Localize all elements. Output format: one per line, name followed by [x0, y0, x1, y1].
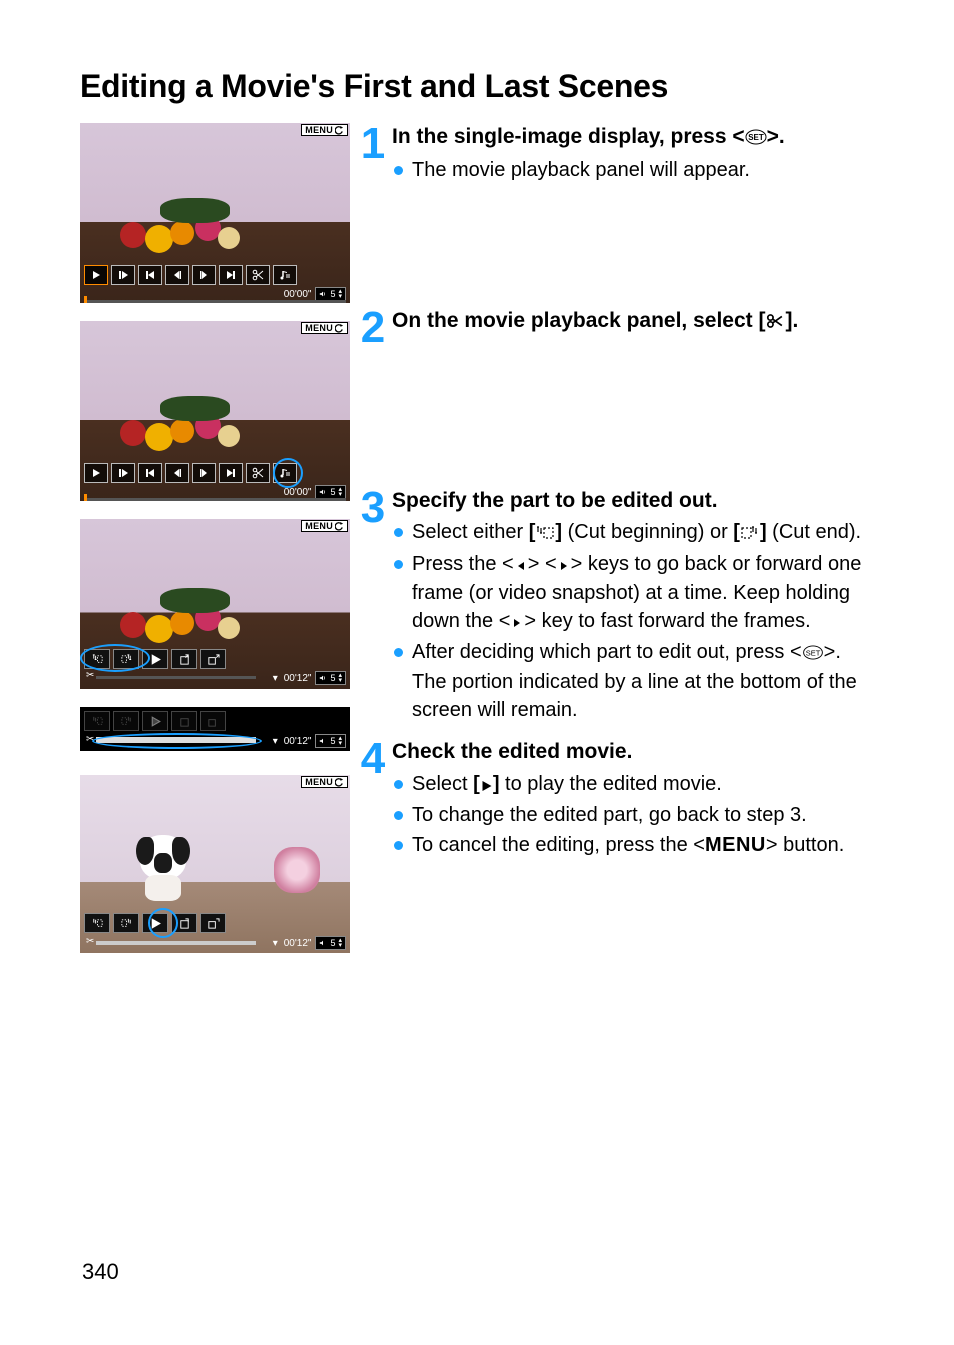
play-icon	[142, 711, 168, 731]
step-number: 4	[352, 738, 392, 861]
step-bullet: The movie playback panel will appear.	[392, 157, 874, 185]
timecode: 00'12"	[284, 736, 312, 747]
set-button-icon: SET	[745, 125, 767, 153]
step-2: 2 On the movie playback panel, select []…	[352, 307, 874, 349]
volume-indicator: 5▴▾	[315, 936, 346, 950]
step-heading: On the movie playback panel, select [].	[392, 307, 874, 337]
screenshot-1: MENU 00'00" 5▴▾	[80, 123, 350, 303]
right-key-icon	[557, 553, 571, 581]
screenshot-5: MENU ✂ ▾ 00'12" 5▴▾	[80, 775, 350, 953]
screenshot-3: MENU ▾ 00'12" 5▴▾ ✂	[80, 519, 350, 689]
cut-end-icon	[740, 521, 760, 549]
save-compress-icon	[200, 913, 226, 933]
frame-fwd-icon	[192, 463, 216, 483]
slow-icon	[111, 265, 135, 285]
steps-column: 1 In the single-image display, press <SE…	[352, 123, 874, 971]
step-number: 2	[352, 307, 392, 349]
menu-badge: MENU	[301, 776, 348, 788]
timecode: 00'00"	[284, 289, 312, 300]
cut-end-icon	[113, 711, 139, 731]
step-bullet: To change the edited part, go back to st…	[392, 802, 874, 830]
play-icon	[84, 265, 108, 285]
scissors-icon	[246, 463, 270, 483]
cut-end-icon	[113, 913, 139, 933]
step-3: 3 Specify the part to be edited out. Sel…	[352, 487, 874, 727]
step-heading: Check the edited movie.	[392, 738, 874, 766]
highlight-circle	[273, 458, 303, 488]
play-icon	[480, 773, 493, 801]
scissors-icon	[246, 265, 270, 285]
step-bullet: Select either [] (Cut beginning) or [] (…	[392, 519, 874, 549]
step-heading: Specify the part to be edited out.	[392, 487, 874, 515]
volume-indicator: 5▴▾	[315, 287, 346, 301]
timecode: 00'12"	[284, 673, 312, 684]
slow-icon	[111, 463, 135, 483]
skip-back-icon	[138, 265, 162, 285]
highlight-ellipse	[92, 733, 262, 749]
menu-badge: MENU	[301, 520, 348, 532]
frame-back-icon	[165, 265, 189, 285]
step-heading: In the single-image display, press <SET>…	[392, 123, 874, 153]
skip-back-icon	[138, 463, 162, 483]
skip-fwd-icon	[219, 463, 243, 483]
step-bullet: After deciding which part to edit out, p…	[392, 639, 874, 724]
highlight-ellipse	[80, 644, 150, 672]
step-bullet: Select [] to play the edited movie.	[392, 771, 874, 801]
step-4: 4 Check the edited movie. Select [] to p…	[352, 738, 874, 861]
skip-fwd-icon	[219, 265, 243, 285]
menu-text: MENU	[705, 834, 766, 856]
menu-badge: MENU	[301, 124, 348, 136]
frame-fwd-icon	[192, 265, 216, 285]
timecode: 00'00"	[284, 487, 312, 498]
screenshots-column: MENU 00'00" 5▴▾	[80, 123, 352, 971]
page-title: Editing a Movie's First and Last Scenes	[80, 68, 874, 105]
cut-begin-icon	[535, 521, 555, 549]
step-number: 1	[352, 123, 392, 187]
svg-text:SET: SET	[805, 649, 820, 658]
step-1: 1 In the single-image display, press <SE…	[352, 123, 874, 187]
screenshot-4: ✂ ▾ 00'12" 5▴▾	[80, 707, 350, 751]
page-number: 340	[82, 1259, 119, 1285]
cut-begin-icon	[84, 913, 110, 933]
left-key-icon	[514, 553, 528, 581]
svg-text:SET: SET	[748, 133, 764, 142]
step-bullet: Press the <> <> keys to go back or forwa…	[392, 551, 874, 638]
menu-badge: MENU	[301, 322, 348, 334]
playback-controls	[84, 265, 297, 285]
set-button-icon: SET	[802, 641, 824, 669]
save-compress-icon	[200, 649, 226, 669]
timecode: 00'12"	[284, 938, 312, 949]
volume-indicator: 5▴▾	[315, 671, 346, 685]
frame-back-icon	[165, 463, 189, 483]
play-icon	[84, 463, 108, 483]
screenshot-2: MENU 00'00" 5▴▾	[80, 321, 350, 501]
save-compress-icon	[200, 711, 226, 731]
scissors-icon	[765, 309, 785, 337]
cut-begin-icon	[84, 711, 110, 731]
step-number: 3	[352, 487, 392, 727]
music-icon	[273, 265, 297, 285]
save-new-icon	[171, 649, 197, 669]
highlight-circle	[148, 908, 178, 938]
volume-indicator: 5▴▾	[315, 734, 346, 748]
save-new-icon	[171, 711, 197, 731]
volume-indicator: 5▴▾	[315, 485, 346, 499]
right-key-icon	[510, 610, 524, 638]
step-bullet: To cancel the editing, press the <MENU> …	[392, 832, 874, 860]
